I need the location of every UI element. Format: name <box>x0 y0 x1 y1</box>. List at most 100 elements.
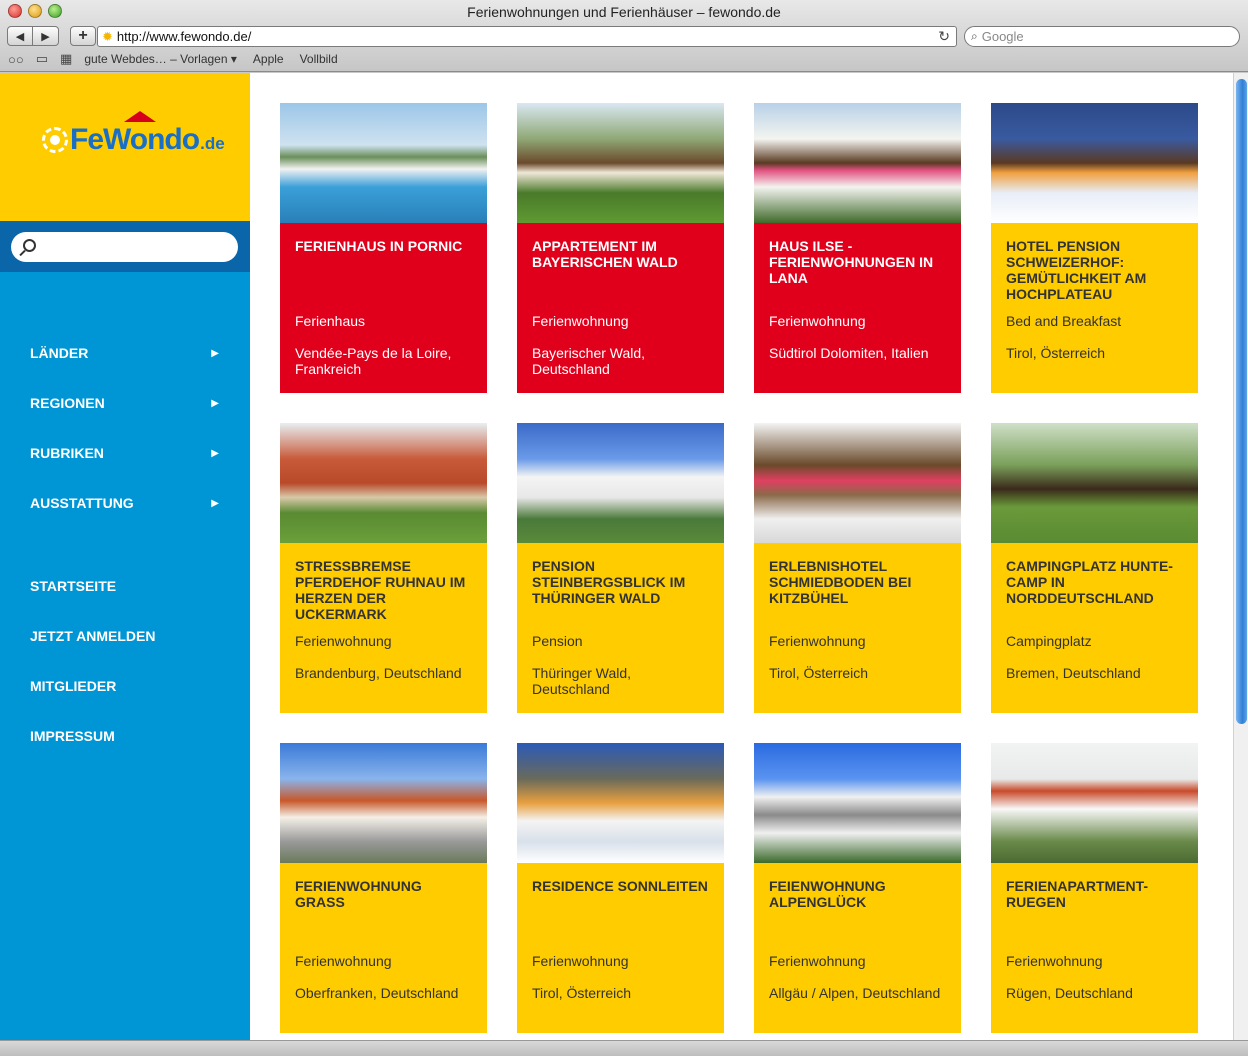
nav-item-laender[interactable]: LÄNDER ▶ <box>0 328 250 378</box>
listing-title[interactable]: CAMPINGPLATZ HUNTE-CAMP IN NORDDEUTSCHLA… <box>1006 558 1183 606</box>
nav-item-label: AUSSTATTUNG <box>30 495 134 511</box>
listing-photo[interactable] <box>517 743 724 863</box>
reading-list-icon[interactable]: ○○ <box>8 52 24 67</box>
listing-location: Tirol, Österreich <box>532 985 632 1001</box>
listing-info: APPARTEMENT IM BAYERISCHEN WALD Ferienwoh… <box>517 223 724 393</box>
browser-toolbar: ◀ ▶ + ✹ http://www.fewondo.de/ ↻ ⌕ Googl… <box>0 24 1248 48</box>
forward-button[interactable]: ▶ <box>33 26 59 46</box>
listing-card[interactable]: APPARTEMENT IM BAYERISCHEN WALD Ferienwoh… <box>517 103 724 393</box>
url-text[interactable]: http://www.fewondo.de/ <box>117 29 938 44</box>
arrow-right-icon: ▶ <box>211 397 219 409</box>
back-button[interactable]: ◀ <box>7 26 33 46</box>
listing-title[interactable]: HAUS ILSE - FERIENWOHNUNGEN IN LANA <box>769 238 946 286</box>
add-bookmark-button[interactable]: + <box>70 26 96 46</box>
logo-tld-text: .de <box>200 134 225 153</box>
listing-card[interactable]: RESIDENCE SONNLEITEN Ferienwohnung Tirol, … <box>517 743 724 1033</box>
nav-item-ausstattung[interactable]: AUSSTATTUNG ▶ <box>0 478 250 528</box>
listing-type: Campingplatz <box>1006 633 1092 649</box>
scrollbar-thumb[interactable] <box>1236 79 1247 724</box>
nav-item-startseite[interactable]: STARTSEITE <box>0 561 250 611</box>
listing-title[interactable]: RESIDENCE SONNLEITEN <box>532 878 709 894</box>
listing-info: HAUS ILSE - FERIENWOHNUNGEN IN LANA Ferie… <box>754 223 961 393</box>
web-page: FeWondo .de LÄNDER ▶ REGIONEN ▶ RUBRIKEN… <box>0 73 1248 1040</box>
listing-location: Oberfranken, Deutschland <box>295 985 459 1001</box>
listing-info: PENSION STEINBERGSBLICK IM THÜRINGER WAL… <box>517 543 724 713</box>
top-sites-grid-icon[interactable]: ▦ <box>60 51 72 67</box>
sidebar: FeWondo .de LÄNDER ▶ REGIONEN ▶ RUBRIKEN… <box>0 73 250 1040</box>
listing-photo[interactable] <box>280 743 487 863</box>
listing-type: Pension <box>532 633 583 649</box>
listing-card[interactable]: HOTEL PENSION SCHWEIZERHOF: GEMÜTLICHKEI… <box>991 103 1198 393</box>
listing-card[interactable]: STRESSBREMSE PFERDEHOF RUHNAU IM HERZEN … <box>280 423 487 713</box>
listing-photo[interactable] <box>754 423 961 543</box>
listing-title[interactable]: FERIENHAUS IN PORNIC <box>295 238 472 254</box>
favicon-icon: ✹ <box>102 28 113 44</box>
listing-title[interactable]: STRESSBREMSE PFERDEHOF RUHNAU IM HERZEN … <box>295 558 472 622</box>
nav-item-mitglieder[interactable]: MITGLIEDER <box>0 661 250 711</box>
listing-location: Vendée-Pays de la Loire, Frankreich <box>295 345 452 377</box>
listing-photo[interactable] <box>991 103 1198 223</box>
listing-title[interactable]: APPARTEMENT IM BAYERISCHEN WALD <box>532 238 709 270</box>
bookmark-item[interactable]: Vollbild <box>300 52 338 66</box>
listing-title[interactable]: ERLEBNISHOTEL SCHMIEDBODEN BEI KITZBÜHEL <box>769 558 946 606</box>
listing-type: Ferienwohnung <box>1006 953 1103 969</box>
magnifier-icon <box>23 239 36 252</box>
listing-photo[interactable] <box>754 743 961 863</box>
listing-type: Ferienwohnung <box>295 633 392 649</box>
bookmark-item[interactable]: gute Webdes… – Vorlagen ▾ <box>84 52 237 66</box>
listing-type: Ferienwohnung <box>532 953 629 969</box>
browser-search-field[interactable]: ⌕ Google <box>964 26 1240 47</box>
listing-photo[interactable] <box>517 103 724 223</box>
listing-photo[interactable] <box>754 103 961 223</box>
nav-item-label: REGIONEN <box>30 395 105 411</box>
nav-buttons: ◀ ▶ <box>7 26 59 46</box>
listing-title[interactable]: FEIENWOHNUNG ALPENGLÜCK <box>769 878 946 910</box>
nav-item-label: LÄNDER <box>30 345 89 361</box>
address-bar[interactable]: ✹ http://www.fewondo.de/ ↻ <box>97 26 957 47</box>
listing-location: Bremen, Deutschland <box>1006 665 1141 681</box>
listing-photo[interactable] <box>517 423 724 543</box>
listing-card[interactable]: FERIENWOHNUNG GRAß Ferienwohnung Oberfrank… <box>280 743 487 1033</box>
listing-title[interactable]: FERIENWOHNUNG GRAß <box>295 878 472 910</box>
window-title: Ferienwohnungen und Ferienhäuser – fewon… <box>467 4 781 20</box>
listing-title[interactable]: FERIENAPARTMENT-RUEGEN <box>1006 878 1183 910</box>
listing-info: STRESSBREMSE PFERDEHOF RUHNAU IM HERZEN … <box>280 543 487 713</box>
bookmark-item[interactable]: Apple <box>253 52 284 66</box>
nav-item-label: JETZT ANMELDEN <box>30 628 156 644</box>
sun-logo-icon <box>42 127 68 153</box>
listing-location: Tirol, Österreich <box>769 665 869 681</box>
listing-type: Bed and Breakfast <box>1006 313 1122 329</box>
listing-card[interactable]: FERIENHAUS IN PORNIC Ferienhaus Vendée-Pay… <box>280 103 487 393</box>
listing-location: Südtirol Dolomiten, Italien <box>769 345 929 361</box>
listing-location: Tirol, Österreich <box>1006 345 1106 361</box>
listing-card[interactable]: FERIENAPARTMENT-RUEGEN Ferienwohnung Rügen… <box>991 743 1198 1033</box>
nav-item-rubriken[interactable]: RUBRIKEN ▶ <box>0 428 250 478</box>
arrow-right-icon: ▶ <box>211 447 219 459</box>
arrow-right-icon: ▶ <box>211 497 219 509</box>
nav-item-regionen[interactable]: REGIONEN ▶ <box>0 378 250 428</box>
bookmarks-bar: ○○ ▭ ▦ gute Webdes… – Vorlagen ▾ Apple V… <box>0 48 1248 70</box>
nav-item-label: IMPRESSUM <box>30 728 115 744</box>
page-scrollbar[interactable] <box>1233 73 1248 1040</box>
listing-photo[interactable] <box>991 423 1198 543</box>
nav-item-impressum[interactable]: IMPRESSUM <box>0 711 250 761</box>
listing-title[interactable]: PENSION STEINBERGSBLICK IM THÜRINGER WAL… <box>532 558 709 606</box>
nav-item-anmelden[interactable]: JETZT ANMELDEN <box>0 611 250 661</box>
listing-photo[interactable] <box>280 103 487 223</box>
bookmarks-book-icon[interactable]: ▭ <box>36 51 48 67</box>
primary-nav: LÄNDER ▶ REGIONEN ▶ RUBRIKEN ▶ AUSSTATTU… <box>0 328 250 528</box>
reload-icon[interactable]: ↻ <box>938 28 950 45</box>
logo-area: FeWondo .de <box>0 73 250 221</box>
listing-card[interactable]: HAUS ILSE - FERIENWOHNUNGEN IN LANA Ferie… <box>754 103 961 393</box>
listing-title[interactable]: HOTEL PENSION SCHWEIZERHOF: GEMÜTLICHKEI… <box>1006 238 1183 302</box>
listing-card[interactable]: CAMPINGPLATZ HUNTE-CAMP IN NORDDEUTSCHLA… <box>991 423 1198 713</box>
title-bar: Ferienwohnungen und Ferienhäuser – fewon… <box>0 0 1248 24</box>
listing-card[interactable]: FEIENWOHNUNG ALPENGLÜCK Ferienwohnung Allg… <box>754 743 961 1033</box>
listing-card[interactable]: PENSION STEINBERGSBLICK IM THÜRINGER WAL… <box>517 423 724 713</box>
site-logo[interactable]: FeWondo .de <box>42 111 225 157</box>
listing-photo[interactable] <box>991 743 1198 863</box>
search-placeholder: Google <box>981 29 1024 44</box>
site-search-input[interactable] <box>11 232 238 262</box>
listing-card[interactable]: ERLEBNISHOTEL SCHMIEDBODEN BEI KITZBÜHEL… <box>754 423 961 713</box>
listing-photo[interactable] <box>280 423 487 543</box>
